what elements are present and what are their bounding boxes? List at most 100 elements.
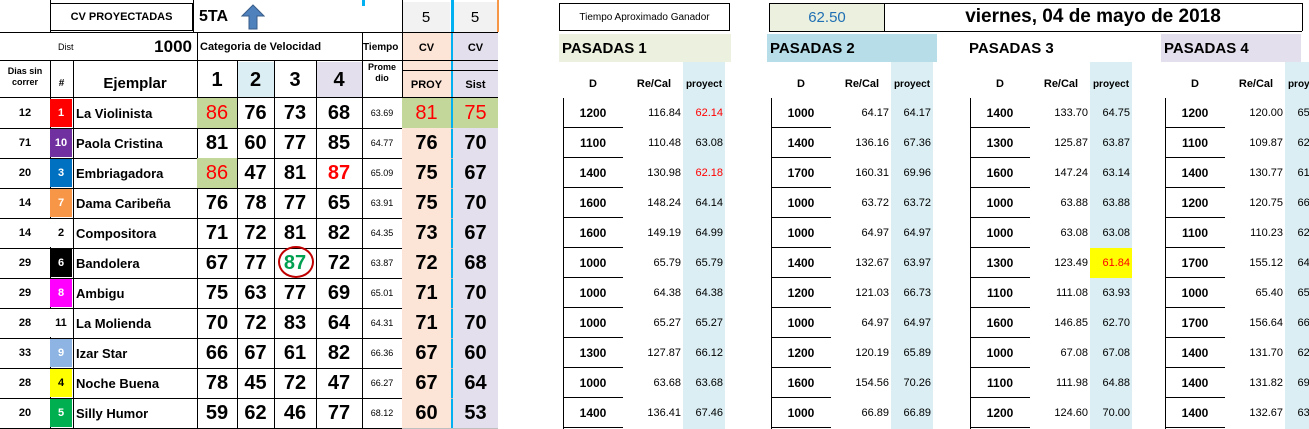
speed-c1: 86 xyxy=(197,98,237,128)
pasada-title-1: PASADAS 1 xyxy=(562,39,647,57)
distance-cell: 1400 xyxy=(579,166,607,180)
recal-cell: 65.27 xyxy=(653,317,681,329)
horse-name[interactable]: Compositora xyxy=(73,218,197,248)
distance-cell: 1700 xyxy=(787,166,815,180)
post-number: 1 xyxy=(50,99,72,127)
distance-cell: 1100 xyxy=(579,136,607,150)
cv-sist-value: 64 xyxy=(453,368,498,398)
post-number: 10 xyxy=(50,129,72,157)
speed-c2: 67 xyxy=(244,341,267,364)
d-header: D xyxy=(1191,78,1199,90)
proyect-cell: 65.89 xyxy=(903,347,931,359)
speed-c1: 81 xyxy=(205,131,229,154)
speed-c2: 72 xyxy=(244,221,267,244)
gridline xyxy=(769,3,1302,4)
distance-cell: 1000 xyxy=(579,286,607,300)
proyect-cell: 66.49 xyxy=(1297,317,1309,329)
proyect-cell: 65.70 xyxy=(1297,107,1309,119)
horse-name[interactable]: Bandolera xyxy=(73,248,197,278)
distance-cell: 1600 xyxy=(579,226,607,240)
proyect-cell: 63.68 xyxy=(695,377,723,389)
speed-c2: 60 xyxy=(244,131,267,154)
d-header: D xyxy=(589,78,597,90)
proyect-cell: 69.97 xyxy=(1297,377,1309,389)
distance-cell: 1000 xyxy=(986,346,1014,360)
proyect-cell: 70.00 xyxy=(1102,407,1130,419)
proyect-cell: 64.17 xyxy=(903,107,931,119)
cv-proy-value: 72 xyxy=(402,248,451,278)
proyect-cell: 65.79 xyxy=(695,257,723,269)
post-number: 7 xyxy=(50,189,72,217)
horse-name[interactable]: Silly Humor xyxy=(73,398,197,428)
speed-c4: 68 xyxy=(327,101,351,124)
top-proy-value: 5 xyxy=(421,8,431,26)
distance-cell: 1000 xyxy=(787,226,815,240)
recal-cell: 149.19 xyxy=(647,227,681,239)
dist-label: Dist xyxy=(58,42,74,52)
distance-cell: 1100 xyxy=(1181,136,1209,150)
dias-cell: 20 xyxy=(18,167,32,179)
proy-header: PROY xyxy=(410,79,443,91)
horse-name[interactable]: Izar Star xyxy=(73,338,197,368)
speed-c3: 77 xyxy=(283,281,307,304)
horse-name[interactable]: La Violinista xyxy=(73,98,197,128)
horse-name[interactable]: Ambigu xyxy=(73,278,197,308)
recal-header: Re/Cal xyxy=(844,78,880,90)
dias-cell: 12 xyxy=(18,107,32,119)
gridline xyxy=(402,70,498,71)
recal-cell: 63.68 xyxy=(653,377,681,389)
recal-cell: 64.97 xyxy=(861,317,889,329)
proyect-cell: 64.88 xyxy=(1102,377,1130,389)
cv-proy-value: 67 xyxy=(402,338,451,368)
post-number: 6 xyxy=(50,249,72,277)
horse-name[interactable]: Dama Caribeña xyxy=(73,188,197,218)
pasada-title-2: PASADAS 2 xyxy=(770,39,855,57)
horse-name[interactable]: Paola Cristina xyxy=(73,128,197,158)
dias-cell: 71 xyxy=(18,137,32,149)
gridline xyxy=(402,32,498,33)
recal-cell: 130.77 xyxy=(1249,167,1283,179)
pasada-title-4: PASADAS 4 xyxy=(1164,39,1249,57)
c1-header: 1 xyxy=(211,68,223,91)
recal-cell: 148.24 xyxy=(647,197,681,209)
gridline xyxy=(50,0,51,32)
num-header: # xyxy=(58,77,65,89)
blue-marker xyxy=(362,0,365,6)
recal-cell: 132.67 xyxy=(1249,407,1283,419)
recal-cell: 120.00 xyxy=(1249,107,1283,119)
distance-cell: 1100 xyxy=(1181,226,1209,240)
recal-cell: 121.03 xyxy=(855,287,889,299)
recal-header: Re/Cal xyxy=(1043,78,1079,90)
distance-cell: 1600 xyxy=(986,316,1014,330)
post-number: 5 xyxy=(50,399,72,427)
recal-cell: 160.31 xyxy=(855,167,889,179)
proyect-cell: 70.26 xyxy=(903,377,931,389)
proyect-cell: 64.75 xyxy=(1102,107,1130,119)
horse-name[interactable]: Embriagadora xyxy=(73,158,197,188)
speed-c3: 83 xyxy=(283,311,307,334)
promedio-cell: 65.01 xyxy=(370,288,394,298)
cv-sist-value: 60 xyxy=(453,338,498,368)
cv-sist-value: 70 xyxy=(453,308,498,338)
promedio-cell: 63.69 xyxy=(370,108,394,118)
horse-name[interactable]: La Molienda xyxy=(73,308,197,338)
distance-cell: 1400 xyxy=(1181,406,1209,420)
cv-proy-value: 71 xyxy=(402,278,451,308)
cv-sist-value: 70 xyxy=(453,278,498,308)
cv-sist-value: 70 xyxy=(453,188,498,218)
speed-c4: 87 xyxy=(327,161,351,184)
distance-cell: 1600 xyxy=(579,196,607,210)
horse-name[interactable]: Noche Buena xyxy=(73,368,197,398)
proyect-header: proyect xyxy=(893,78,931,90)
recal-cell: 111.08 xyxy=(1055,287,1088,299)
recal-cell: 147.24 xyxy=(1054,167,1088,179)
recal-cell: 131.70 xyxy=(1249,347,1283,359)
proyect-cell: 63.88 xyxy=(1102,197,1130,209)
cv-proy-value: 60 xyxy=(402,398,451,428)
promedio-cell: 64.31 xyxy=(370,318,394,328)
speed-c2: 63 xyxy=(244,281,267,304)
c3-header: 3 xyxy=(289,68,301,91)
proyect-cell: 61.84 xyxy=(1090,248,1132,278)
gridline xyxy=(0,32,402,33)
recal-cell: 66.89 xyxy=(861,407,889,419)
